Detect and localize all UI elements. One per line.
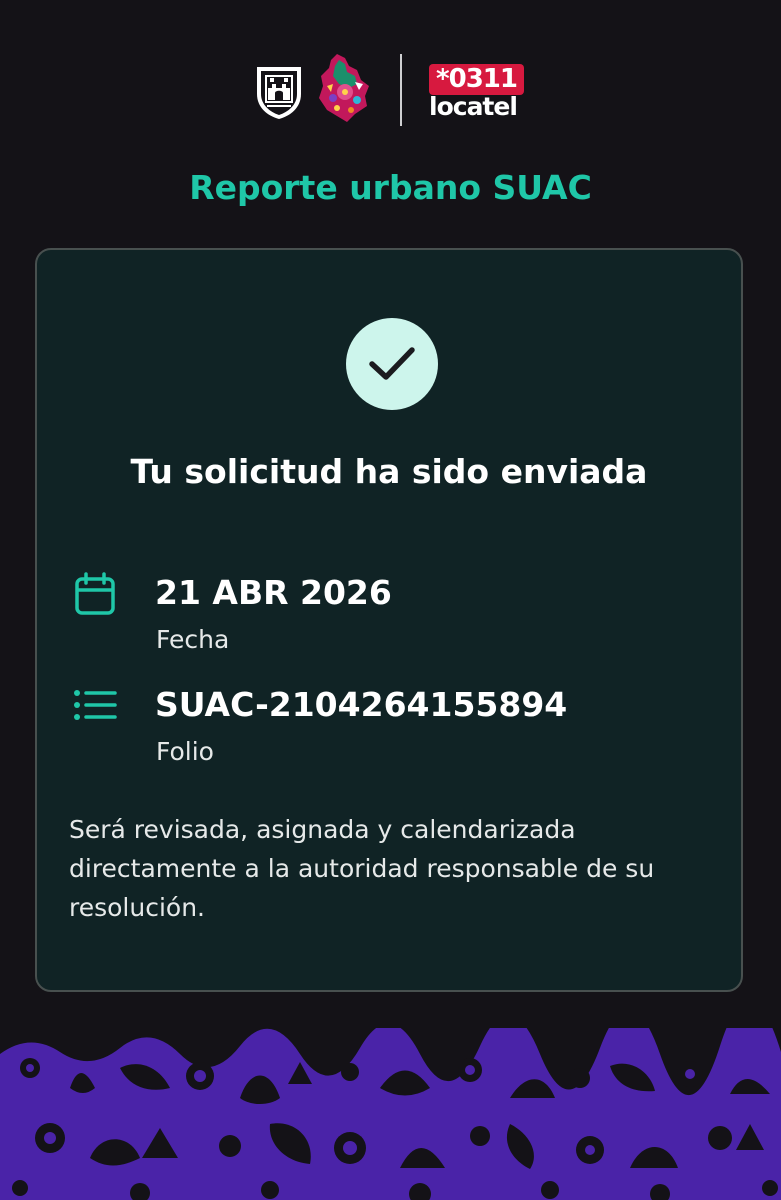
- locatel-badge: *0311: [429, 64, 524, 95]
- header-logos: *0311 locatel: [0, 52, 781, 128]
- list-icon: [74, 690, 117, 720]
- cdmx-map-logo: [319, 54, 369, 122]
- locatel-wordmark: locatel: [429, 92, 518, 121]
- folio-value: SUAC-2104264155894: [155, 685, 568, 724]
- folio-label: Folio: [156, 737, 214, 766]
- folio-row: SUAC-2104264155894 Folio: [73, 680, 713, 780]
- status-note: Será revisada, asignada y calendarizada …: [69, 815, 655, 922]
- date-label: Fecha: [156, 625, 230, 654]
- date-value: 21 ABR 2026: [155, 573, 392, 612]
- confirmation-card: Tu solicitud ha sido enviada 21 ABR 2026…: [35, 248, 743, 992]
- date-row: 21 ABR 2026 Fecha: [73, 568, 713, 668]
- cdmx-shield-logo: [257, 67, 301, 119]
- success-check-icon: [346, 318, 438, 410]
- decorative-pattern: [0, 1028, 781, 1200]
- page-title: Reporte urbano SUAC: [189, 168, 592, 207]
- confirmation-heading: Tu solicitud ha sido enviada: [130, 452, 648, 491]
- calendar-icon: [75, 572, 115, 615]
- logo-divider: [400, 54, 402, 126]
